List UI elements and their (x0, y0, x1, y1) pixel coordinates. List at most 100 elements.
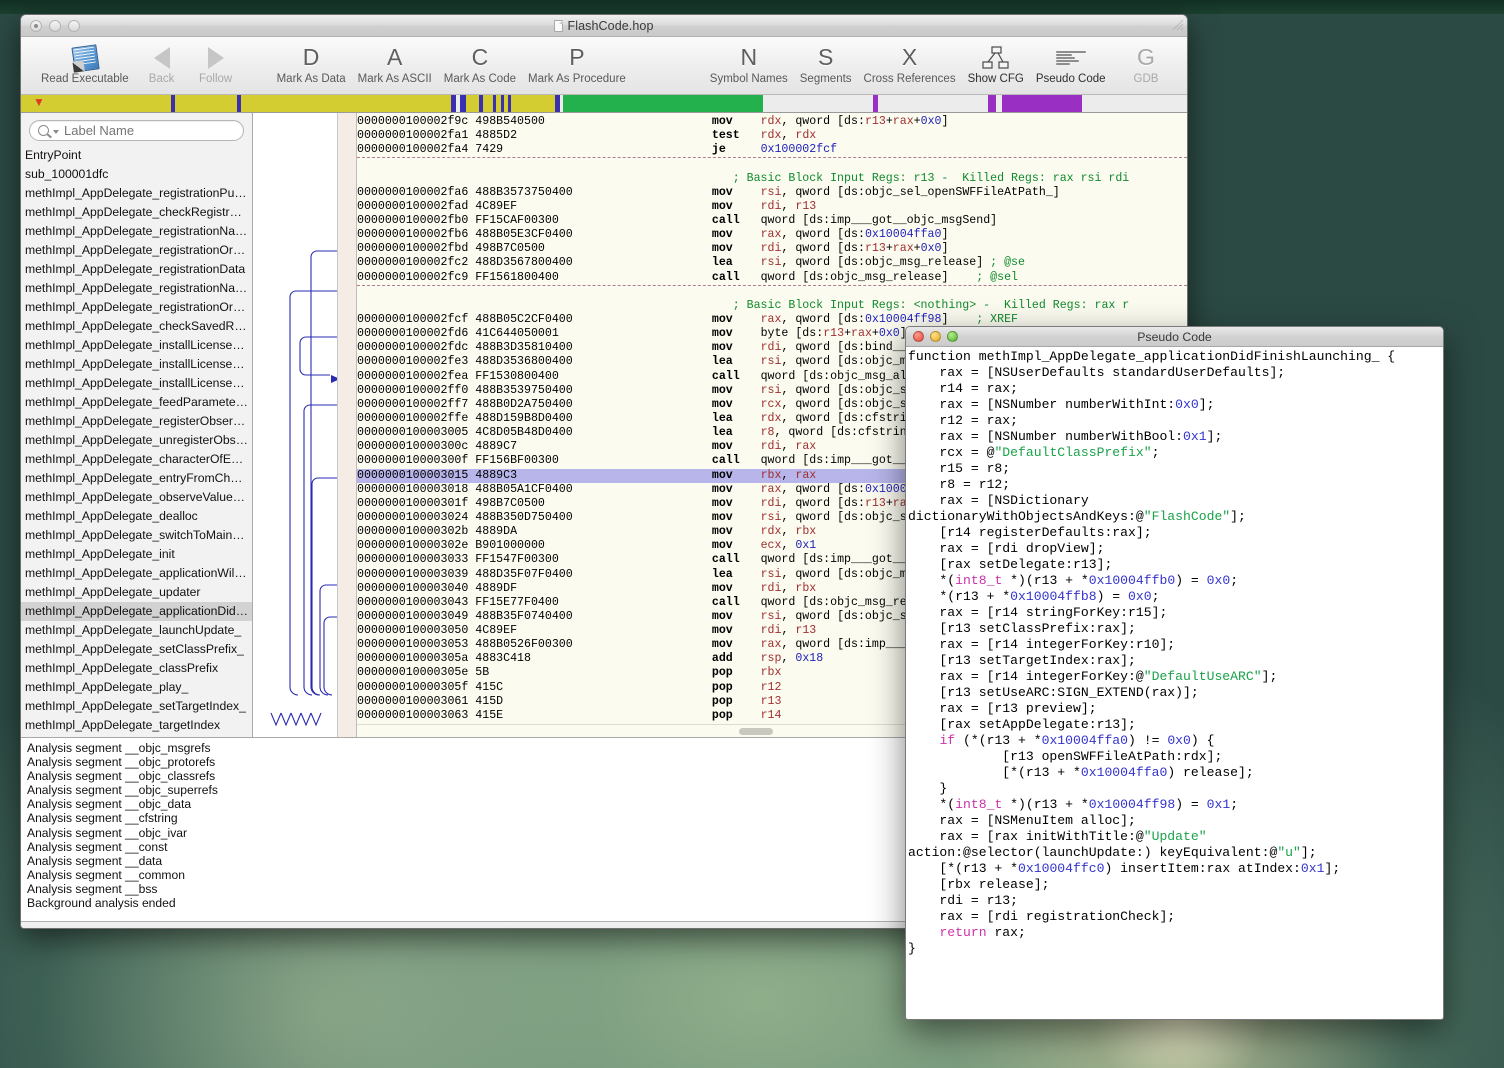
window-title-text: FlashCode.hop (567, 18, 654, 33)
toolbar-read-executable[interactable]: Read Executable (35, 40, 135, 94)
letter-p-icon: P (569, 44, 585, 70)
sidebar-item-25[interactable]: methImpl_AppDelegate_launchUpdate_ (21, 621, 252, 640)
pseudo-code-line: rax = [NSNumber numberWithInt:0x0]; (908, 397, 1215, 412)
pseudo-code-line: r15 = r8; (908, 461, 1011, 476)
sidebar-item-28[interactable]: methImpl_AppDelegate_play_ (21, 678, 252, 697)
toolbar-label: Mark As ASCII (357, 73, 432, 85)
toolbar-label: Symbol Names (709, 73, 788, 85)
sidebar-item-29[interactable]: methImpl_AppDelegate_setTargetIndex_ (21, 697, 252, 716)
pseudo-code-icon (1054, 42, 1088, 73)
disassembly-row[interactable]: 0000000100002fbd 498B7C0500 mov rdi, qwo… (357, 242, 1187, 256)
pseudo-code-line: [r13 setClassPrefix:rax]; (908, 621, 1136, 636)
disassembly-row[interactable]: 0000000100002fc2 488D3567800400 lea rsi,… (357, 256, 1187, 270)
pseudo-code-line: [rax setAppDelegate:r13]; (908, 717, 1136, 732)
pseudo-code-line: } (908, 941, 916, 956)
segment-block[interactable] (763, 95, 873, 112)
pseudo-code-line: [r13 setUseARC:SIGN_EXTEND(rax)]; (908, 685, 1199, 700)
disassembly-row[interactable]: 0000000100002fad 4C89EF mov rdi, r13 (357, 200, 1187, 214)
segment-block[interactable] (563, 95, 763, 112)
sidebar-item-9[interactable]: methImpl_AppDelegate_checkSavedReg… (21, 317, 252, 336)
pseudo-code-line: rax = [r13 preview]; (908, 701, 1097, 716)
disassembly-row[interactable]: 0000000100002fc9 FF1561800400 call qword… (357, 271, 1187, 285)
segment-block[interactable] (175, 95, 237, 112)
segment-block[interactable] (878, 95, 988, 112)
sidebar-item-12[interactable]: methImpl_AppDelegate_installLicenseA… (21, 374, 252, 393)
sidebar-item-1[interactable]: sub_100001dfc (21, 165, 252, 184)
block-separator (357, 157, 1187, 171)
sidebar-item-6[interactable]: methImpl_AppDelegate_registrationData (21, 260, 252, 279)
sidebar-item-14[interactable]: methImpl_AppDelegate_registerObserv… (21, 412, 252, 431)
segment-overview-bar[interactable]: ▼ (21, 95, 1187, 113)
disassembly-row[interactable]: 0000000100002fb6 488B05E3CF0400 mov rax,… (357, 228, 1187, 242)
toolbar-cross-references[interactable]: X Cross References (858, 40, 962, 94)
pseudo-code-line: [rbx release]; (908, 877, 1050, 892)
disassembly-row[interactable]: 0000000100002fa4 7429 je 0x100002fcf (357, 143, 1187, 157)
sidebar-item-18[interactable]: methImpl_AppDelegate_observeValueF… (21, 488, 252, 507)
segment-block[interactable] (511, 95, 555, 112)
sidebar-item-16[interactable]: methImpl_AppDelegate_characterOfEntry_ (21, 450, 252, 469)
back-triangle-icon (153, 42, 170, 73)
toolbar-mark-as-ascii[interactable]: A Mark As ASCII (352, 40, 438, 94)
sidebar-item-30[interactable]: methImpl_AppDelegate_targetIndex (21, 716, 252, 735)
segment-block[interactable] (241, 95, 451, 112)
toolbar-label: Show CFG (967, 73, 1024, 85)
pseudo-code-line: r12 = rax; (908, 413, 1019, 428)
segment-block[interactable] (1002, 95, 1082, 112)
sidebar-item-17[interactable]: methImpl_AppDelegate_entryFromChar… (21, 469, 252, 488)
letter-x-icon: X (901, 44, 918, 70)
follow-triangle-icon (207, 42, 224, 73)
document-icon (554, 19, 564, 32)
toolbar-gdb[interactable]: G GDB (1119, 40, 1173, 94)
sidebar-item-13[interactable]: methImpl_AppDelegate_feedParameter… (21, 393, 252, 412)
sidebar-item-24[interactable]: methImpl_AppDelegate_applicationDid… (21, 602, 252, 621)
toolbar-label: Mark As Procedure (528, 73, 626, 85)
segment-block[interactable] (466, 95, 479, 112)
toolbar-pseudo-code[interactable]: Pseudo Code (1030, 40, 1112, 94)
pseudo-code-text[interactable]: function methImpl_AppDelegate_applicatio… (906, 347, 1443, 957)
sidebar-item-20[interactable]: methImpl_AppDelegate_switchToMainC… (21, 526, 252, 545)
toolbar-mark-as-data[interactable]: D Mark As Data (271, 40, 352, 94)
sidebar-item-2[interactable]: methImpl_AppDelegate_registrationPub… (21, 184, 252, 203)
sidebar-item-11[interactable]: methImpl_AppDelegate_installLicenseA… (21, 355, 252, 374)
toolbar-mark-as-procedure[interactable]: P Mark As Procedure (522, 40, 632, 94)
toolbar-back[interactable]: Back (135, 40, 189, 94)
disassembly-row[interactable]: 0000000100002fa6 488B3573750400 mov rsi,… (357, 186, 1187, 200)
sidebar-item-26[interactable]: methImpl_AppDelegate_setClassPrefix_ (21, 640, 252, 659)
search-input[interactable] (64, 123, 235, 138)
sidebar-item-19[interactable]: methImpl_AppDelegate_dealloc (21, 507, 252, 526)
segment-block[interactable] (988, 95, 996, 112)
sidebar-item-5[interactable]: methImpl_AppDelegate_registrationOrd… (21, 241, 252, 260)
segment-block[interactable] (1082, 95, 1096, 112)
pseudo-code-line: [rax setDelegate:r13]; (908, 557, 1113, 572)
toolbar-show-cfg[interactable]: Show CFG (962, 40, 1030, 94)
toolbar-follow[interactable]: Follow (189, 40, 243, 94)
sidebar-item-23[interactable]: methImpl_AppDelegate_updater (21, 583, 252, 602)
sidebar-item-22[interactable]: methImpl_AppDelegate_applicationWill… (21, 564, 252, 583)
sidebar-item-21[interactable]: methImpl_AppDelegate_init (21, 545, 252, 564)
toolbar-segments[interactable]: S Segments (794, 40, 858, 94)
sidebar-item-7[interactable]: methImpl_AppDelegate_registrationName (21, 279, 252, 298)
sidebar-item-3[interactable]: methImpl_AppDelegate_checkRegistrati… (21, 203, 252, 222)
disassembly-row[interactable]: 0000000100002fa1 4885D2 test rdx, rdx (357, 129, 1187, 143)
cfg-gutter (337, 113, 356, 737)
disassembly-row[interactable]: 0000000100002fb0 FF15CAF00300 call qword… (357, 214, 1187, 228)
label-list[interactable]: EntryPoint sub_100001dfc methImpl_AppDeleg… (21, 146, 252, 737)
pseudo-code-line: rax = [NSMenuItem alloc]; (908, 813, 1136, 828)
sidebar-item-10[interactable]: methImpl_AppDelegate_installLicenseD… (21, 336, 252, 355)
toolbar-symbol-names[interactable]: N Symbol Names (704, 40, 794, 94)
sidebar-item-4[interactable]: methImpl_AppDelegate_registrationName_ (21, 222, 252, 241)
sidebar-item-0[interactable]: EntryPoint (21, 146, 252, 165)
disassembly-row[interactable]: 0000000100002f9c 498B540500 mov rdx, qwo… (357, 115, 1187, 129)
sidebar-item-8[interactable]: methImpl_AppDelegate_registrationOrderID (21, 298, 252, 317)
sidebar-item-27[interactable]: methImpl_AppDelegate_classPrefix (21, 659, 252, 678)
toolbar-mark-as-code[interactable]: C Mark As Code (438, 40, 522, 94)
segment-block[interactable] (483, 95, 493, 112)
disassembly-row[interactable]: 0000000100002fcf 488B05C2CF0400 mov rax,… (357, 313, 1187, 327)
search-box[interactable] (29, 120, 244, 141)
sidebar-item-15[interactable]: methImpl_AppDelegate_unregisterObs… (21, 431, 252, 450)
chevron-down-icon[interactable] (53, 129, 59, 134)
scrollbar-thumb[interactable] (738, 728, 773, 735)
resize-corner-icon[interactable] (1171, 18, 1185, 32)
block-separator (357, 284, 1187, 299)
pseudo-code-line: rax = [NSUserDefaults standardUserDefaul… (908, 365, 1286, 380)
